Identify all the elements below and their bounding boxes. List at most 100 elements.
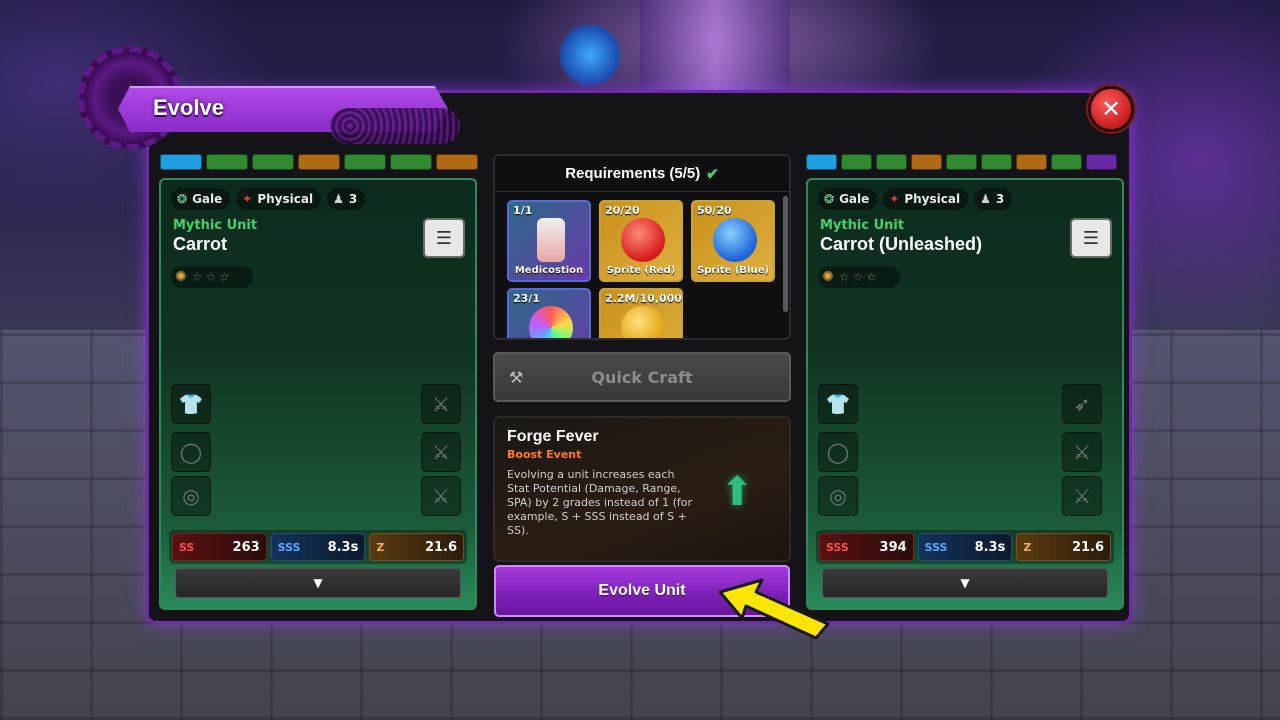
placement-icon: ♟ [980,192,991,206]
requirement-item[interactable]: 23/1 [507,288,591,338]
chevron-down-icon: ▼ [960,576,970,590]
pointer-arrow-icon [718,578,830,640]
quick-craft-label: Quick Craft [591,367,693,387]
unit-rarity: Mythic Unit [173,218,258,233]
expand-stats-button[interactable]: ▼ [822,568,1108,598]
weapon-slot[interactable]: ⚔ [421,476,461,516]
placement-tag: ♟ 3 [974,188,1013,210]
bomb-icon: ◯ [179,440,203,464]
rarity-bar [344,154,386,170]
rarity-bar [390,154,432,170]
close-icon: ✕ [1100,95,1122,123]
spa-stat: SSS 8.3s [917,533,1013,561]
trait-icon: ✺ [822,269,834,285]
damage-type-tag: ✦ Physical [883,188,969,210]
damage-icon: SSS [826,541,849,554]
stat-value: 8.3s [327,539,359,555]
item-name: Sprite (Blue) [697,265,769,276]
weapon-slot[interactable]: ⚔ [1062,432,1102,472]
star-icon: ☆ [219,270,231,284]
unit-info-button[interactable]: ☰ [1070,218,1112,258]
physical-icon: ✦ [242,192,253,206]
close-button[interactable]: ✕ [1088,86,1134,132]
upgrade-arrow-icon: ⬆ [720,469,754,515]
relic-slot[interactable]: ◎ [818,476,858,516]
weapon-slot[interactable]: ⚔ [421,432,461,472]
unit-stats: SSS 394 SSS 8.3s Z 21.6 [816,530,1114,564]
star-icon: ☆ [191,270,203,284]
unit-tags: ❂ Gale ✦ Physical ♟ 3 [171,188,366,210]
blue-sprite-icon [713,218,757,262]
stat-value: 263 [232,539,260,555]
range-icon: Z [1023,541,1031,554]
swirl-decoration [330,108,460,144]
rarity-bar [1086,154,1117,170]
compass-icon: ◎ [182,484,200,508]
background-pillar [640,0,790,90]
armor-slot[interactable]: 👕 [818,384,858,424]
requirement-item[interactable]: 2.2M/10,000 [599,288,683,338]
evolve-button-label: Evolve Unit [598,582,686,599]
requirement-item[interactable]: 20/20 Sprite (Red) [599,200,683,282]
check-icon: ✔ [706,165,719,183]
bomb-icon: ◯ [826,440,850,464]
damage-type-tag: ✦ Physical [236,188,322,210]
left-rarity-bars [160,154,478,170]
spa-icon: SSS [278,541,301,554]
item-count: 20/20 [605,204,640,217]
range-stat: Z 21.6 [369,533,465,561]
placement-tag: ♟ 3 [327,188,366,210]
anvil-icon: ⚒ [509,368,524,387]
current-unit-card: ❂ Gale ✦ Physical ♟ 3 Mythic Unit Carrot ☰ … [159,178,477,610]
stat-grade: SSS [826,540,849,554]
sword-icon: ⚔ [432,484,450,508]
list-icon: ☰ [1082,227,1100,249]
relic-slot[interactable]: ◎ [171,476,211,516]
damage-icon: SS [179,541,194,554]
shirt-icon: 👕 [178,392,204,416]
tag-label: Gale [839,192,870,206]
rarity-bar [981,154,1012,170]
trait-icon: ✺ [175,269,187,285]
chevron-down-icon: ▼ [313,576,323,590]
weapon-slot[interactable]: ⚔ [1062,476,1102,516]
requirement-item[interactable]: 50/20 Sprite (Blue) [691,200,775,282]
requirements-scrollbar[interactable] [783,196,788,312]
unit-info-button[interactable]: ☰ [423,218,465,258]
armor-slot[interactable]: 👕 [171,384,211,424]
damage-stat: SS 263 [172,533,267,561]
gale-icon: ❂ [177,192,188,206]
rainbow-orb-icon [529,306,573,338]
physical-icon: ✦ [889,192,900,206]
sword-icon: ⚔ [1073,484,1091,508]
rarity-bar [806,154,837,170]
rarity-bar [946,154,977,170]
tag-label: Physical [904,192,961,206]
accessory-slot[interactable]: ◯ [818,432,858,472]
weapon-slot[interactable]: ➶ [1062,384,1102,424]
quick-craft-button[interactable]: ⚒ Quick Craft [493,352,791,402]
star-rating: ✺ ☆ ☆ ☆ [818,266,900,288]
requirement-item[interactable]: 1/1 Medicostion [507,200,591,282]
stat-value: 8.3s [974,539,1006,555]
red-sprite-icon [621,218,665,262]
rarity-bar [876,154,907,170]
right-rarity-bars [806,154,1117,170]
requirements-label: Requirements (5/5) [565,165,701,182]
weapon-slot[interactable]: ⚔ [421,384,461,424]
star-icon: ☆ [866,270,878,284]
spa-stat: SSS 8.3s [270,533,366,561]
stat-grade: Z [376,540,385,554]
tag-label: 3 [995,192,1005,206]
list-icon: ☰ [435,227,453,249]
gale-icon: ❂ [824,192,835,206]
accessory-slot[interactable]: ◯ [171,432,211,472]
sword-icon: ⚔ [1073,440,1091,464]
stat-grade: SSS [924,540,948,554]
star-icon: ☆ [838,270,850,284]
range-icon: Z [376,541,384,554]
expand-stats-button[interactable]: ▼ [175,568,461,598]
item-name: Sprite (Red) [606,265,676,276]
tag-label: Gale [192,192,223,206]
unit-stats: SS 263 SSS 8.3s Z 21.6 [169,530,467,564]
